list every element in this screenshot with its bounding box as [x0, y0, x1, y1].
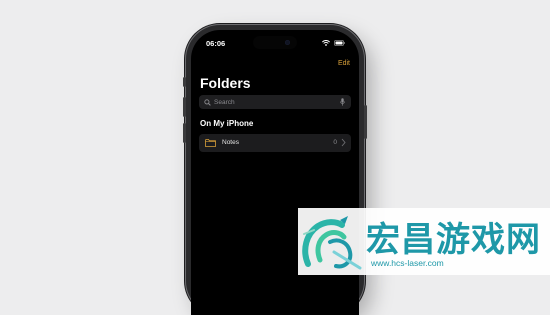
power-button	[364, 105, 367, 139]
folder-row-notes[interactable]: Notes 0	[199, 134, 351, 152]
dynamic-island	[253, 36, 297, 49]
battery-icon	[334, 40, 345, 46]
search-input[interactable]: Search	[214, 99, 235, 106]
volume-up-button	[183, 97, 186, 117]
camera-icon	[285, 40, 290, 45]
chevron-right-icon	[341, 138, 346, 147]
action-button	[183, 77, 186, 87]
folder-icon	[205, 139, 216, 147]
folder-count: 0	[333, 139, 337, 146]
microphone-icon[interactable]	[340, 98, 345, 106]
search-icon	[204, 98, 211, 106]
section-header-on-my-iphone: On My iPhone	[200, 119, 254, 128]
volume-down-button	[183, 123, 186, 143]
watermark-url: www.hcs-laser.com	[371, 258, 444, 268]
folder-name: Notes	[222, 139, 239, 146]
watermark-brand: 宏昌游戏网	[366, 221, 541, 259]
status-time: 06:06	[206, 39, 226, 48]
search-field[interactable]: Search	[199, 95, 351, 109]
edit-button[interactable]: Edit	[338, 60, 350, 67]
page-title: Folders	[200, 75, 251, 91]
status-icons	[322, 39, 345, 47]
wifi-icon	[322, 40, 330, 46]
watermark-logo-icon	[302, 216, 362, 270]
